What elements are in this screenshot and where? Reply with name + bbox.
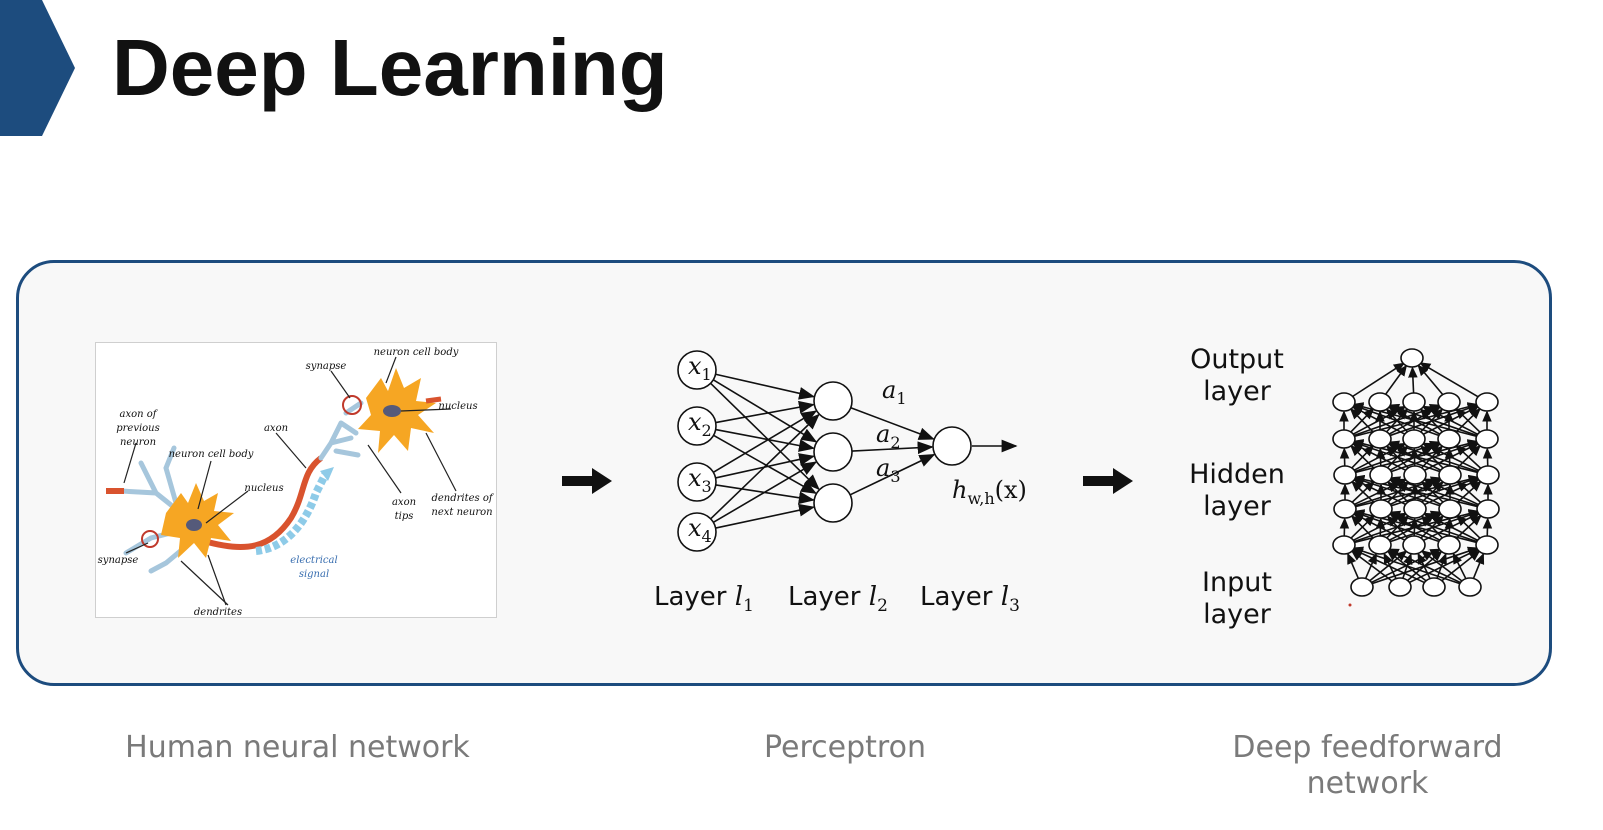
deep-input-neuron	[1458, 577, 1482, 597]
deep-hidden-neuron	[1476, 499, 1500, 519]
deep-hidden-neuron	[1332, 429, 1356, 449]
deep-hidden-neuron	[1402, 429, 1426, 449]
caption-human-neural-network: Human neural network	[125, 730, 470, 765]
deep-hidden-neuron	[1475, 392, 1499, 412]
deep-hidden-neuron	[1333, 499, 1357, 519]
deep-hidden-neuron	[1475, 535, 1499, 555]
deep-hidden-neuron	[1437, 392, 1461, 412]
deep-hidden-neuron	[1368, 535, 1392, 555]
deep-hidden-neuron	[1369, 465, 1393, 485]
deep-output-neuron	[1400, 348, 1424, 368]
deep-input-neuron	[1422, 577, 1446, 597]
deep-connection-edge	[1384, 364, 1408, 396]
deep-hidden-neuron	[1437, 429, 1461, 449]
deep-hidden-neuron	[1403, 499, 1427, 519]
caption-perceptron: Perceptron	[764, 730, 926, 765]
deep-hidden-neuron	[1368, 429, 1392, 449]
deep-hidden-neuron	[1402, 392, 1426, 412]
deep-input-neuron	[1388, 577, 1412, 597]
deep-hidden-neuron	[1332, 392, 1356, 412]
deep-connection-edge	[1347, 552, 1360, 580]
deep-hidden-neuron	[1403, 465, 1427, 485]
deep-hidden-neuron	[1333, 465, 1357, 485]
deep-hidden-neuron	[1368, 392, 1392, 412]
deep-hidden-neuron	[1475, 429, 1499, 449]
deep-hidden-neuron	[1438, 465, 1462, 485]
deep-connection-edge	[1408, 366, 1418, 394]
deep-hidden-neuron	[1476, 465, 1500, 485]
deep-network-diagram	[1332, 348, 1500, 607]
deep-input-neuron	[1350, 577, 1374, 597]
deep-hidden-neuron	[1437, 535, 1461, 555]
deep-hidden-neuron	[1402, 535, 1426, 555]
deep-hidden-neuron	[1438, 499, 1462, 519]
deep-hidden-neuron	[1369, 499, 1393, 519]
deep-connection-edge	[1472, 552, 1485, 579]
deep-hidden-neuron	[1332, 535, 1356, 555]
deep-connection-edge	[1417, 364, 1444, 396]
caption-deep-feedforward: Deep feedforward network	[1232, 730, 1503, 801]
